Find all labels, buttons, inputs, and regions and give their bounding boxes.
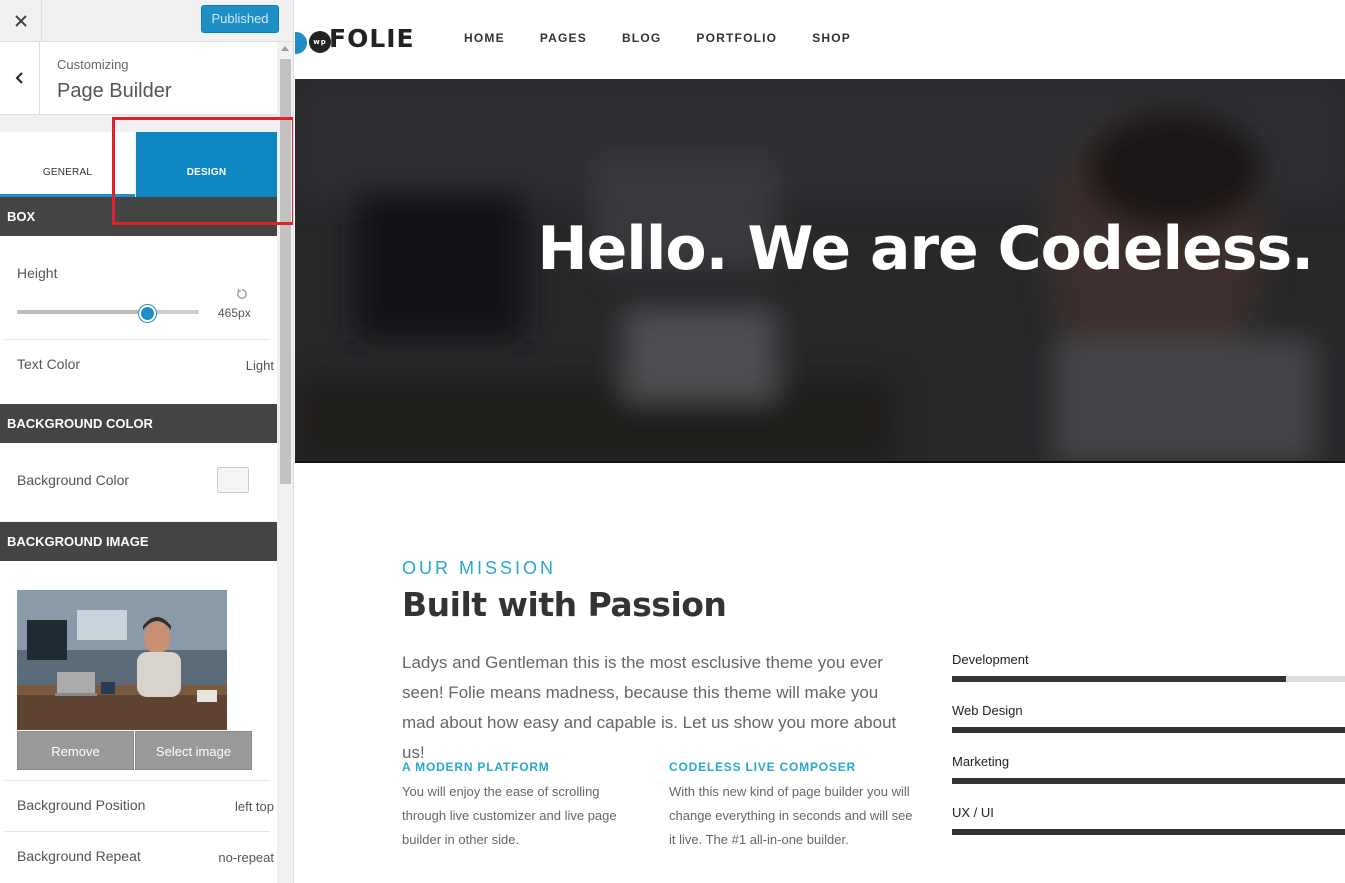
background-position-value: left top (234, 799, 274, 814)
logo-text: FOLIE (329, 24, 415, 53)
panel-tabs: GENERAL DESIGN (0, 132, 277, 197)
select-image-button[interactable]: Select image (135, 731, 252, 770)
chevron-left-icon (15, 72, 23, 84)
skill-label: Marketing (952, 754, 1010, 769)
divider (5, 339, 270, 340)
height-slider-handle[interactable] (139, 305, 156, 322)
hero-title: Hello. We are Codeless. (537, 214, 1314, 284)
feature-body: You will enjoy the ease of scrolling thr… (402, 784, 617, 847)
skill-label: Development (952, 652, 1029, 667)
nav-item-home[interactable]: HOME (464, 31, 505, 45)
scroll-up-arrow-icon[interactable] (281, 46, 289, 51)
close-icon (14, 15, 27, 27)
mission-body: Ladys and Gentleman this is the most esc… (402, 653, 897, 762)
feature-modern-platform: A MODERN PLATFORM You will enjoy the eas… (402, 760, 642, 852)
publish-button[interactable]: Published (201, 5, 279, 33)
text-color-value: Light (245, 358, 274, 373)
mission-kicker: OUR MISSION (402, 558, 557, 578)
logo-badge: wp (309, 31, 331, 53)
feature-title: CODELESS LIVE COMPOSER (669, 760, 856, 774)
mission-title: Built with Passion (402, 585, 727, 624)
close-customizer-button[interactable] (0, 0, 42, 42)
skill-bar-track (952, 778, 1345, 784)
feature-live-composer: CODELESS LIVE COMPOSER With this new kin… (669, 760, 914, 852)
tab-design[interactable]: DESIGN (136, 132, 277, 197)
customizer-sidebar: Published Customizing Page Builder GENER… (0, 0, 294, 883)
skill-bar-track (952, 727, 1345, 733)
skill-marketing: Marketing (952, 754, 1345, 784)
customizer-topbar: Published (0, 0, 293, 42)
panel-header: Customizing Page Builder (0, 42, 277, 115)
skill-label: Web Design (952, 703, 1023, 718)
background-color-swatch[interactable] (217, 467, 249, 493)
site-preview: wpFOLIE HOME PAGES BLOG PORTFOLIO SHOP H… (295, 0, 1345, 883)
site-logo[interactable]: wpFOLIE (309, 24, 415, 53)
height-label: Height (17, 265, 58, 281)
skill-development: Development (952, 652, 1345, 682)
main-navigation: HOME PAGES BLOG PORTFOLIO SHOP (464, 31, 886, 45)
height-value: 465px (218, 306, 251, 320)
background-position-label: Background Position (17, 797, 146, 813)
tab-general[interactable]: GENERAL (0, 132, 135, 197)
divider (5, 831, 270, 832)
skill-bar-track (952, 676, 1345, 682)
section-heading-box[interactable]: BOX (0, 197, 277, 236)
back-button[interactable] (0, 42, 40, 114)
height-slider-track[interactable] (17, 310, 199, 314)
nav-item-shop[interactable]: SHOP (812, 31, 851, 45)
breadcrumb: Customizing (57, 57, 129, 72)
hero-section: Hello. We are Codeless. (295, 79, 1345, 463)
skill-label: UX / UI (952, 805, 994, 820)
scrollbar-thumb[interactable] (280, 59, 291, 484)
height-slider-fill (17, 310, 145, 314)
divider (5, 780, 270, 781)
reset-icon[interactable] (236, 288, 248, 300)
background-image-thumbnail (17, 590, 227, 730)
skill-bar-fill (952, 676, 1287, 682)
nav-item-pages[interactable]: PAGES (540, 31, 587, 45)
text-color-label: Text Color (17, 356, 81, 372)
sidebar-scrollbar[interactable] (277, 42, 293, 883)
skill-bar-track (952, 829, 1345, 835)
section-heading-background-image[interactable]: BACKGROUND IMAGE (0, 522, 277, 561)
nav-item-blog[interactable]: BLOG (622, 31, 661, 45)
background-repeat-value: no-repeat (218, 850, 274, 865)
feature-title: A MODERN PLATFORM (402, 760, 550, 774)
panel-title: Page Builder (57, 80, 172, 102)
remove-image-button[interactable]: Remove (17, 731, 134, 770)
skill-bar-fill (952, 778, 1345, 784)
background-repeat-select[interactable]: no-repeat (218, 850, 286, 865)
skill-web-design: Web Design (952, 703, 1345, 733)
background-color-label: Background Color (17, 472, 130, 488)
box-panel (0, 236, 277, 404)
skill-ux-ui: UX / UI (952, 805, 1345, 835)
nav-item-portfolio[interactable]: PORTFOLIO (696, 31, 777, 45)
skill-bar-fill (952, 829, 1345, 835)
edit-shortcut-icon[interactable] (295, 30, 309, 56)
feature-body: With this new kind of page builder you w… (669, 784, 913, 847)
section-heading-background-color[interactable]: BACKGROUND COLOR (0, 404, 277, 443)
skill-bar-fill (952, 727, 1345, 733)
office-photo-image (17, 590, 227, 730)
background-repeat-label: Background Repeat (17, 848, 141, 864)
